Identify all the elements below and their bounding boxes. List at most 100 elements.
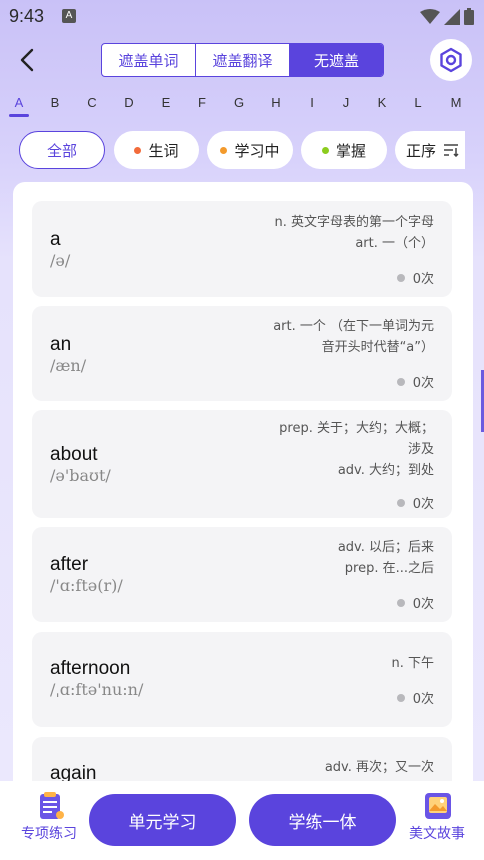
word-phonetic: /æn/ — [50, 356, 87, 375]
word-list-panel: a /ə/ n. 英文字母表的第一个字母 art. 一（个） 0次 an /æn… — [13, 182, 473, 802]
mastered-dot-icon — [321, 146, 329, 154]
story-button[interactable]: 美文故事 — [402, 791, 472, 843]
word-text: an — [50, 334, 72, 355]
letter-l[interactable]: L — [408, 95, 428, 110]
word-translation: n. 下午 — [391, 653, 434, 674]
review-count: 0次 — [396, 493, 434, 512]
translation-line: adv. 以后；后来 — [337, 540, 434, 555]
count-text: 0次 — [412, 272, 434, 287]
signal-icon — [444, 8, 460, 25]
special-practice-button[interactable]: 专项练习 — [13, 791, 85, 843]
word-phonetic: /ə/ — [50, 251, 71, 270]
translation-line: prep. 关于；大约；大概； — [279, 421, 434, 436]
count-dot-icon — [396, 598, 405, 607]
status-icons — [420, 8, 474, 25]
battery-icon — [464, 8, 474, 25]
filter-bar: 全部 生词 学习中 掌握 正序 — [0, 131, 484, 169]
word-translation: n. 英文字母表的第一个字母 art. 一（个） — [274, 212, 434, 254]
translation-line: 音开头时代替“a”） — [321, 340, 434, 355]
word-card[interactable]: an /æn/ art. 一个 （在下一单词为元 音开头时代替“a”） 0次 — [32, 306, 452, 401]
translation-line: n. 下午 — [391, 656, 434, 671]
filter-new-label: 生词 — [148, 141, 179, 160]
word-phonetic: /ə'baʊt/ — [50, 466, 111, 485]
new-dot-icon — [134, 146, 142, 154]
count-dot-icon — [396, 377, 405, 386]
letter-g[interactable]: G — [229, 95, 249, 110]
word-card[interactable]: a /ə/ n. 英文字母表的第一个字母 art. 一（个） 0次 — [32, 201, 452, 297]
gear-icon — [440, 47, 462, 73]
sort-order-label: 正序 — [406, 141, 437, 160]
filter-mastered-chip[interactable]: 掌握 — [301, 131, 387, 169]
learn-practice-button[interactable]: 学练一体 — [249, 794, 396, 846]
bottom-nav: 专项练习 单元学习 学练一体 美文故事 — [0, 781, 484, 860]
letter-h[interactable]: H — [266, 95, 286, 110]
review-count: 0次 — [396, 268, 434, 287]
word-card[interactable]: afternoon /ˌɑ:ftə'nu:n/ n. 下午 0次 — [32, 632, 452, 727]
word-phonetic: /ˌɑ:ftə'nu:n/ — [50, 680, 144, 699]
translation-line: art. 一（个） — [355, 236, 434, 251]
filter-mastered-label: 掌握 — [335, 141, 366, 160]
back-button[interactable] — [14, 46, 42, 74]
status-bar: 9:43 A — [0, 0, 484, 34]
clipboard-icon — [40, 792, 64, 819]
letter-m[interactable]: M — [446, 95, 466, 110]
word-text: a — [50, 229, 61, 250]
story-label: 美文故事 — [409, 826, 465, 842]
sort-icon — [444, 144, 459, 157]
letter-i[interactable]: I — [302, 95, 322, 110]
word-card[interactable]: about /ə'baʊt/ prep. 关于；大约；大概； 涉及 adv. 大… — [32, 410, 452, 518]
count-dot-icon — [396, 273, 405, 282]
tab-cover-translation[interactable]: 遮盖翻译 — [196, 44, 290, 76]
letter-a[interactable]: A — [9, 95, 29, 110]
count-text: 0次 — [412, 497, 434, 512]
picture-book-icon — [425, 793, 451, 819]
alphabet-index: A B C D E F G H I J K L M — [0, 92, 484, 118]
word-text: about — [50, 444, 98, 465]
letter-j[interactable]: J — [336, 95, 356, 110]
count-text: 0次 — [412, 597, 434, 612]
word-translation: adv. 再次；又一次 — [325, 757, 434, 778]
word-phonetic: /'ɑ:ftə(r)/ — [50, 576, 123, 595]
filter-all-chip[interactable]: 全部 — [19, 131, 105, 169]
letter-k[interactable]: K — [372, 95, 392, 110]
filter-new-chip[interactable]: 生词 — [114, 131, 199, 169]
letter-f[interactable]: F — [192, 95, 212, 110]
unit-study-label: 单元学习 — [128, 812, 197, 833]
letter-e[interactable]: E — [156, 95, 176, 110]
unit-study-button[interactable]: 单元学习 — [89, 794, 236, 846]
word-card[interactable]: after /'ɑ:ftə(r)/ adv. 以后；后来 prep. 在...之… — [32, 527, 452, 622]
special-practice-label: 专项练习 — [21, 826, 77, 842]
translation-line: prep. 在...之后 — [344, 561, 434, 576]
wifi-icon — [420, 8, 440, 24]
settings-button[interactable] — [430, 39, 472, 81]
chevron-left-icon — [20, 48, 34, 72]
notification-icon: A — [62, 9, 76, 23]
letter-b[interactable]: B — [45, 95, 65, 110]
status-time: 9:43 — [9, 6, 45, 26]
count-dot-icon — [396, 498, 405, 507]
tab-cover-word[interactable]: 遮盖单词 — [102, 44, 196, 76]
word-translation: prep. 关于；大约；大概； 涉及 adv. 大约；到处 — [279, 418, 434, 481]
translation-line: adv. 再次；又一次 — [324, 760, 434, 775]
translation-line: n. 英文字母表的第一个字母 — [274, 215, 434, 230]
filter-all-label: 全部 — [46, 141, 77, 160]
review-count: 0次 — [396, 688, 434, 707]
tab-no-cover[interactable]: 无遮盖 — [290, 44, 383, 76]
word-text: after — [50, 554, 89, 575]
letter-c[interactable]: C — [82, 95, 102, 110]
learn-practice-label: 学练一体 — [288, 812, 357, 833]
word-translation: adv. 以后；后来 prep. 在...之后 — [338, 537, 434, 579]
translation-line: 涉及 — [407, 442, 434, 457]
word-translation: art. 一个 （在下一单词为元 音开头时代替“a”） — [273, 316, 434, 358]
word-text: afternoon — [50, 658, 131, 679]
count-dot-icon — [396, 693, 405, 702]
review-count: 0次 — [396, 593, 434, 612]
filter-learning-chip[interactable]: 学习中 — [207, 131, 293, 169]
active-letter-indicator — [9, 114, 29, 117]
review-count: 0次 — [396, 372, 434, 391]
count-text: 0次 — [412, 692, 434, 707]
count-text: 0次 — [412, 376, 434, 391]
letter-d[interactable]: D — [119, 95, 139, 110]
sort-order-chip[interactable]: 正序 — [395, 131, 465, 169]
filter-learning-label: 学习中 — [234, 141, 280, 160]
